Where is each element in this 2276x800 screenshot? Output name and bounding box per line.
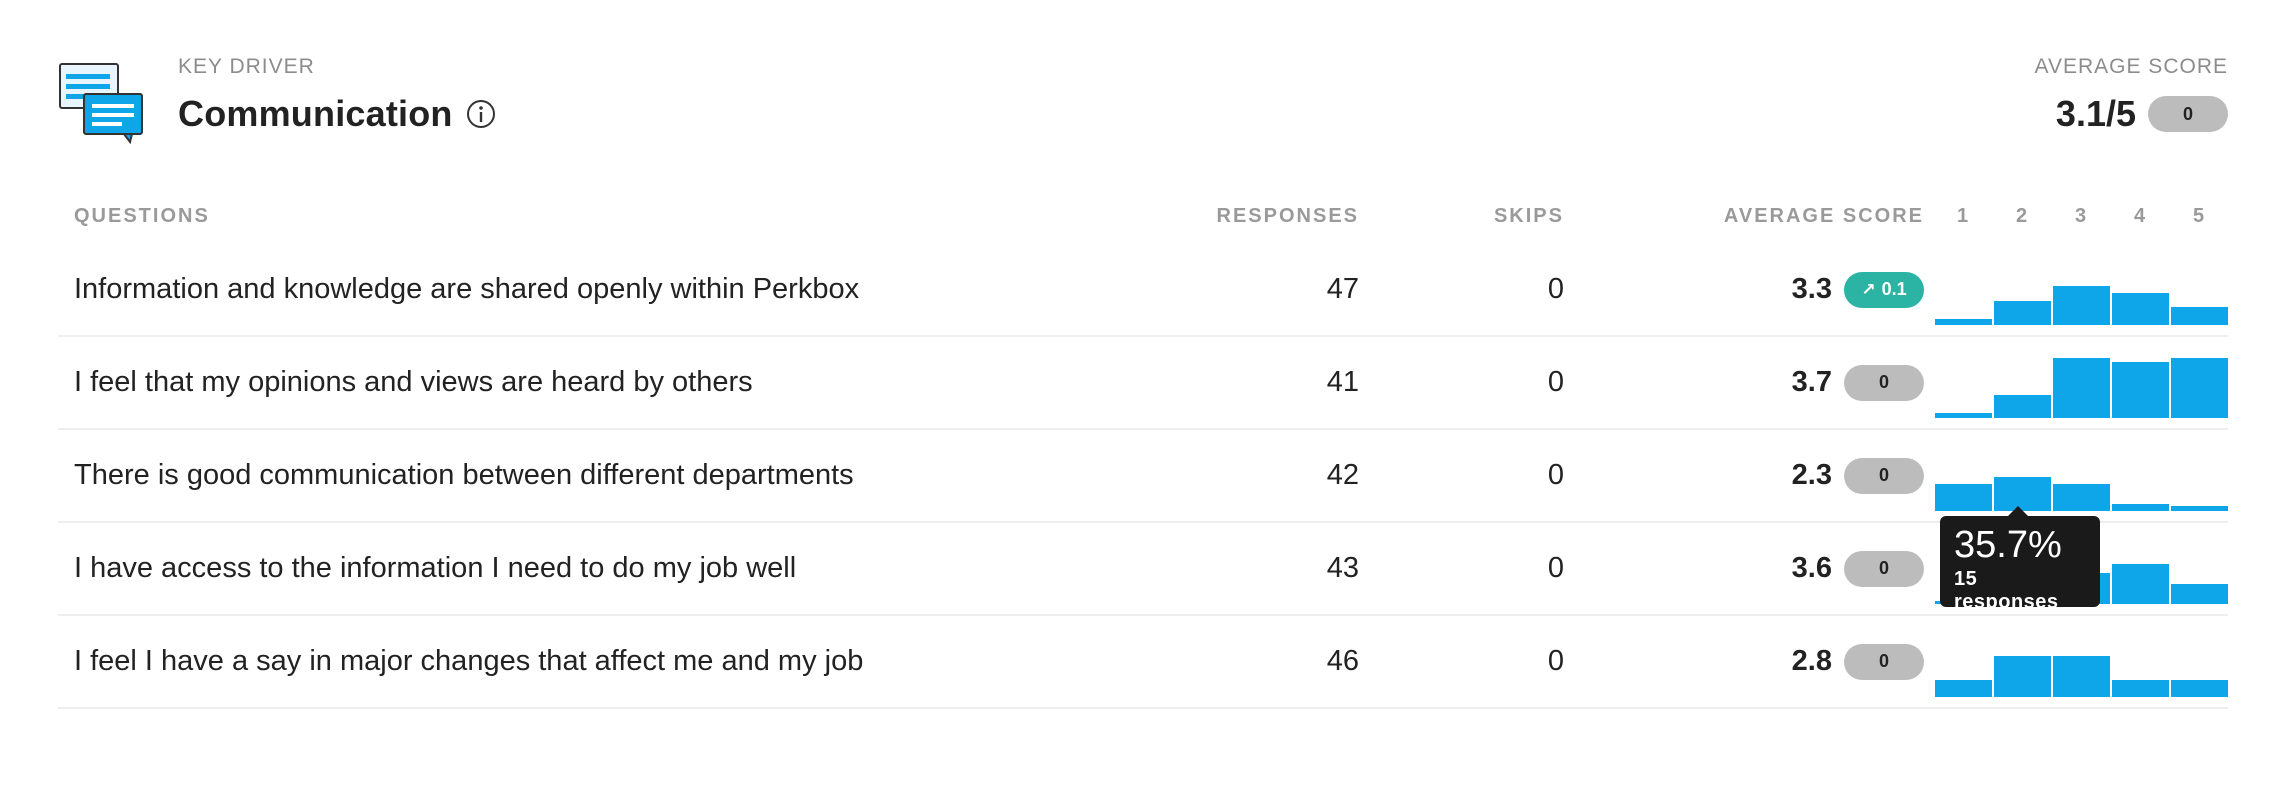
distribution-cell: [1924, 615, 2228, 709]
distribution-bar-5[interactable]: [2171, 505, 2228, 511]
distribution-bar-3[interactable]: [2053, 655, 2110, 697]
distribution-bar-1[interactable]: [1935, 318, 1992, 325]
scale-header: 1 2 3 4 5: [1924, 188, 2228, 244]
score-change-badge: 0: [1844, 457, 1924, 494]
score-change-badge: 0: [1844, 643, 1924, 680]
average-score-value: 3.1/5: [2055, 93, 2136, 134]
distribution-bar-5[interactable]: [2171, 306, 2228, 325]
question-text: Information and knowledge are shared ope…: [58, 244, 1129, 337]
responses-count: 46: [1129, 615, 1359, 709]
distribution-bar-2[interactable]: [1994, 655, 2051, 697]
average-score-cell: 3.6 0: [1564, 522, 1924, 616]
key-driver-label: KEY DRIVER: [178, 55, 315, 78]
distribution-bar-4[interactable]: [2112, 361, 2169, 418]
score-change-value: 0: [1878, 372, 1889, 392]
distribution-tooltip: 35.7% 15 responses: [1940, 506, 2100, 613]
skips-count: 0: [1359, 336, 1564, 430]
distribution-bar-5[interactable]: [2171, 679, 2228, 697]
questions-table: QUESTIONS RESPONSES SKIPS AVERAGE SCORE …: [58, 188, 2228, 709]
distribution-bar-2[interactable]: [1994, 394, 2051, 418]
distribution-bar-3[interactable]: [2053, 285, 2110, 325]
responses-count: 43: [1129, 522, 1359, 616]
info-icon[interactable]: [465, 98, 497, 130]
page-title: Communication: [178, 93, 453, 134]
average-score-cell: 2.3 0: [1564, 429, 1924, 523]
tooltip-percent: 35.7%: [1954, 524, 2062, 566]
scale-label-2: 2: [2015, 204, 2028, 227]
score-change-badge: 0: [1844, 550, 1924, 587]
distribution-bar-1[interactable]: [1935, 679, 1992, 697]
distribution-bar-5[interactable]: [2171, 583, 2228, 604]
distribution-histogram: [1924, 635, 2228, 697]
average-change-badge: 0: [2148, 96, 2228, 132]
scale-label-1: 1: [1956, 204, 1969, 227]
scale-label-5: 5: [2192, 204, 2205, 227]
table-row[interactable]: There is good communication between diff…: [58, 429, 2228, 523]
question-text: There is good communication between diff…: [58, 429, 1129, 523]
score-change-value: 0: [1878, 558, 1889, 578]
table-row[interactable]: I have access to the information I need …: [58, 522, 2228, 616]
chat-bubbles-icon: [59, 63, 143, 145]
responses-count: 47: [1129, 244, 1359, 337]
distribution-bar-4[interactable]: [2112, 503, 2169, 511]
scale-label-4: 4: [2133, 204, 2146, 227]
skips-header: SKIPS: [1493, 204, 1564, 227]
table-row[interactable]: I feel that my opinions and views are he…: [58, 336, 2228, 430]
trend-up-icon: ↗: [1861, 279, 1876, 299]
skips-count: 0: [1359, 244, 1564, 337]
average-score: 3.6: [1791, 552, 1832, 584]
skips-count: 0: [1359, 429, 1564, 523]
table-row[interactable]: I feel I have a say in major changes tha…: [58, 615, 2228, 709]
score-change-badge: ↗ 0.1: [1844, 271, 1924, 308]
responses-count: 42: [1129, 429, 1359, 523]
distribution-bar-1[interactable]: [1935, 412, 1992, 418]
distribution-bar-3[interactable]: [2053, 357, 2110, 418]
question-text: I have access to the information I need …: [58, 522, 1129, 616]
scale-label-3: 3: [2074, 204, 2087, 227]
score-change-value: 0: [1878, 651, 1889, 671]
distribution-bar-4[interactable]: [2112, 679, 2169, 697]
average-score-cell: 3.7 0: [1564, 336, 1924, 430]
distribution-cell: [1924, 336, 2228, 430]
questions-header: QUESTIONS: [74, 204, 210, 227]
distribution-bar-5[interactable]: [2171, 357, 2228, 418]
average-score: 2.3: [1791, 459, 1832, 491]
table-row[interactable]: Information and knowledge are shared ope…: [58, 244, 2228, 337]
average-score-header: AVERAGE SCORE: [1723, 204, 1924, 227]
table-header-row: QUESTIONS RESPONSES SKIPS AVERAGE SCORE …: [58, 188, 2228, 244]
distribution-bar-3[interactable]: [2053, 483, 2110, 511]
average-score: 3.7: [1791, 366, 1832, 398]
skips-count: 0: [1359, 615, 1564, 709]
score-change-value: 0.1: [1881, 279, 1907, 299]
key-driver-header: KEY DRIVER Communication AVERAGE SCORE 3…: [58, 55, 2228, 155]
average-score-label: AVERAGE SCORE: [2034, 55, 2228, 78]
distribution-bar-2[interactable]: [1994, 300, 2051, 325]
distribution-cell: [1924, 429, 2228, 523]
tooltip-responses: 15 responses: [1954, 568, 2059, 613]
distribution-cell: [1924, 244, 2228, 337]
overall-average: AVERAGE SCORE 3.1/5 0: [2034, 55, 2228, 135]
responses-header: RESPONSES: [1216, 204, 1359, 227]
score-change-badge: 0: [1844, 364, 1924, 401]
skips-count: 0: [1359, 522, 1564, 616]
distribution-bar-4[interactable]: [2112, 563, 2169, 604]
distribution-histogram: [1924, 449, 2228, 511]
distribution-bar-1[interactable]: [1935, 483, 1992, 511]
question-text: I feel that my opinions and views are he…: [58, 336, 1129, 430]
distribution-histogram: [1924, 263, 2228, 325]
distribution-bar-4[interactable]: [2112, 292, 2169, 325]
score-change-value: 0: [1878, 465, 1889, 485]
responses-count: 41: [1129, 336, 1359, 430]
question-text: I feel I have a say in major changes tha…: [58, 615, 1129, 709]
distribution-histogram: [1924, 356, 2228, 418]
average-score: 2.8: [1791, 645, 1832, 677]
average-score-cell: 2.8 0: [1564, 615, 1924, 709]
average-score-cell: 3.3 ↗ 0.1: [1564, 244, 1924, 337]
average-score: 3.3: [1791, 273, 1832, 305]
